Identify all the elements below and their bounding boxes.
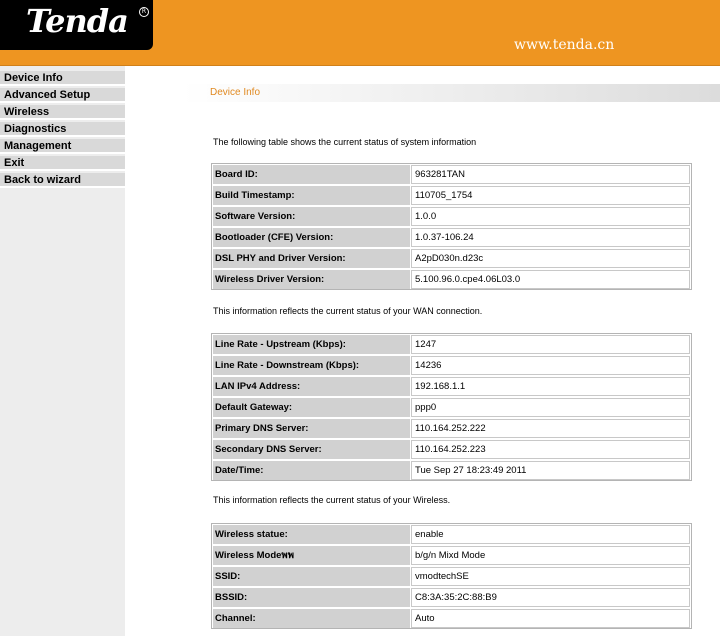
row-value: b/g/n Mixd Mode — [411, 546, 690, 565]
sidebar-item-diagnostics[interactable]: Diagnostics — [0, 122, 125, 137]
table-row: Wireless Modeพพ b/g/n Mixd Mode — [212, 544, 691, 565]
header-banner: Tenda R www.tenda.cn — [0, 0, 720, 66]
tenda-logo: Tenda R — [0, 0, 153, 50]
table-row: SSID: vmodtechSE — [212, 565, 691, 586]
page-title-bar: Device Info — [182, 84, 720, 102]
system-info-intro: The following table shows the current st… — [213, 137, 477, 147]
row-value: 1.0.0 — [411, 207, 690, 226]
row-value: 1247 — [411, 335, 690, 354]
row-value: Tue Sep 27 18:23:49 2011 — [411, 461, 690, 480]
page-title: Device Info — [210, 87, 261, 98]
table-row: Software Version: 1.0.0 — [212, 205, 691, 226]
table-row: BSSID: C8:3A:35:2C:88:B9 — [212, 586, 691, 607]
site-url: www.tenda.cn — [514, 37, 615, 53]
table-row: Default Gateway: ppp0 — [212, 396, 691, 417]
row-label: LAN IPv4 Address: — [213, 377, 410, 396]
table-row: Board ID: 963281TAN — [212, 164, 691, 184]
table-row: Wireless statue: enable — [212, 524, 691, 544]
system-info-table: Board ID: 963281TAN Build Timestamp: 11070… — [211, 163, 692, 290]
row-label: Bootloader (CFE) Version: — [213, 228, 410, 247]
row-value: ppp0 — [411, 398, 690, 417]
logo-text: Tenda — [26, 2, 129, 40]
row-value: 110.164.252.222 — [411, 419, 690, 438]
table-row: Line Rate - Upstream (Kbps): 1247 — [212, 334, 691, 354]
sidebar-item-wireless[interactable]: Wireless — [0, 105, 125, 120]
wan-info-intro: This information reflects the current st… — [213, 306, 483, 316]
sidebar-item-device-info[interactable]: Device Info — [0, 71, 125, 86]
row-label: Wireless Driver Version: — [213, 270, 410, 289]
row-value: vmodtechSE — [411, 567, 690, 586]
table-row: Build Timestamp: 110705_1754 — [212, 184, 691, 205]
row-value: 1.0.37-106.24 — [411, 228, 690, 247]
row-label: Wireless statue: — [213, 525, 410, 544]
row-label: Line Rate - Upstream (Kbps): — [213, 335, 410, 354]
table-row: Primary DNS Server: 110.164.252.222 — [212, 417, 691, 438]
wireless-info-intro: This information reflects the current st… — [213, 495, 451, 505]
sidebar-item-back-to-wizard[interactable]: Back to wizard — [0, 173, 125, 188]
row-label: Wireless Modeพพ — [213, 546, 410, 565]
table-row: Line Rate - Downstream (Kbps): 14236 — [212, 354, 691, 375]
row-value: enable — [411, 525, 690, 544]
row-label: Build Timestamp: — [213, 186, 410, 205]
row-value: Auto — [411, 609, 690, 628]
row-value: C8:3A:35:2C:88:B9 — [411, 588, 690, 607]
row-label: BSSID: — [213, 588, 410, 607]
sidebar-nav: Device Info Advanced Setup Wireless Diag… — [0, 66, 125, 636]
table-row: DSL PHY and Driver Version: A2pD030n.d23c — [212, 247, 691, 268]
table-row: Bootloader (CFE) Version: 1.0.37-106.24 — [212, 226, 691, 247]
sidebar-item-advanced-setup[interactable]: Advanced Setup — [0, 88, 125, 103]
row-label: Channel: — [213, 609, 410, 628]
table-row: Wireless Driver Version: 5.100.96.0.cpe4.… — [212, 268, 691, 289]
wan-info-table: Line Rate - Upstream (Kbps): 1247 Line Ra… — [211, 333, 692, 481]
row-label: DSL PHY and Driver Version: — [213, 249, 410, 268]
table-row: Date/Time: Tue Sep 27 18:23:49 2011 — [212, 459, 691, 480]
row-value: A2pD030n.d23c — [411, 249, 690, 268]
table-row: Secondary DNS Server: 110.164.252.223 — [212, 438, 691, 459]
row-label: SSID: — [213, 567, 410, 586]
sidebar-item-management[interactable]: Management — [0, 139, 125, 154]
row-value: 192.168.1.1 — [411, 377, 690, 396]
table-row: Channel: Auto — [212, 607, 691, 628]
row-value: 110705_1754 — [411, 186, 690, 205]
registered-mark-icon: R — [139, 7, 149, 17]
row-value: 110.164.252.223 — [411, 440, 690, 459]
row-label: Date/Time: — [213, 461, 410, 480]
row-label: Secondary DNS Server: — [213, 440, 410, 459]
row-value: 14236 — [411, 356, 690, 375]
row-label: Board ID: — [213, 165, 410, 184]
row-label: Primary DNS Server: — [213, 419, 410, 438]
row-value: 5.100.96.0.cpe4.06L03.0 — [411, 270, 690, 289]
row-label: Software Version: — [213, 207, 410, 226]
row-value: 963281TAN — [411, 165, 690, 184]
row-label: Default Gateway: — [213, 398, 410, 417]
row-label: Line Rate - Downstream (Kbps): — [213, 356, 410, 375]
table-row: LAN IPv4 Address: 192.168.1.1 — [212, 375, 691, 396]
sidebar-item-exit[interactable]: Exit — [0, 156, 125, 171]
wireless-info-table: Wireless statue: enable Wireless Modeพพ b/… — [211, 523, 692, 629]
